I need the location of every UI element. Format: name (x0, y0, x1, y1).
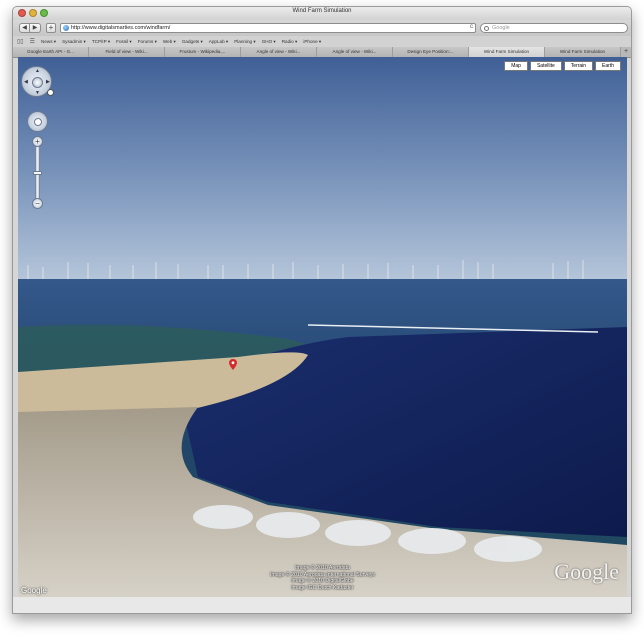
google-logo: Google (554, 559, 619, 584)
forward-button[interactable]: ▶ (30, 23, 41, 33)
bookmark-radio[interactable]: Radio ▾ (282, 39, 298, 45)
bookmark-iphone[interactable]: iPhone ▾ (303, 39, 321, 45)
toolbar: ◀ ▶ + http://www.digitalsmarties.com/win… (13, 20, 631, 36)
window-title: Wind Farm Simulation (292, 8, 352, 14)
sky (18, 57, 627, 287)
earth-viewport[interactable]: Map Satellite Terrain Earth ▲ ▼ ◀ ▶ + − … (18, 57, 627, 599)
bookmark-news[interactable]: News ▾ (41, 39, 56, 45)
zoom-in-button[interactable]: + (32, 136, 43, 147)
add-bookmark-button[interactable]: + (46, 23, 56, 33)
new-tab-button[interactable]: + (621, 47, 631, 57)
title-bar: Wind Farm Simulation (13, 7, 631, 20)
location-pin-icon[interactable] (229, 359, 237, 370)
tab-design-eye-position[interactable]: Design Eye Position:... (393, 47, 469, 57)
bookmark-fossil[interactable]: Fossil ▾ (116, 39, 132, 45)
map-type-earth[interactable]: Earth (595, 61, 621, 71)
look-up-arrow-icon[interactable]: ▲ (35, 69, 40, 74)
look-right-arrow-icon[interactable]: ▶ (46, 80, 50, 85)
bookmark-gho[interactable]: GHO ▾ (262, 39, 276, 45)
bookmark-planning[interactable]: Planning ▾ (234, 39, 255, 45)
zoom-out-button[interactable]: − (32, 198, 43, 209)
bookmark-gadgets[interactable]: Gadgets ▾ (182, 39, 203, 45)
map-type-control: Map Satellite Terrain Earth (504, 61, 621, 71)
look-left-arrow-icon[interactable]: ◀ (24, 80, 28, 85)
browser-window: Wind Farm Simulation ◀ ▶ + http://www.di… (12, 6, 632, 614)
map-type-map[interactable]: Map (504, 61, 528, 71)
nav-buttons: ◀ ▶ (19, 23, 41, 33)
tab-wind-farm-active[interactable]: Wind Farm Simulation (469, 47, 545, 57)
tab-field-of-view[interactable]: Field of view - Wiki... (89, 47, 165, 57)
url-text: http://www.digitalsmarties.com/windfarm/ (71, 25, 171, 31)
tab-angle-of-view-2[interactable]: Angle of view - Wiki... (317, 47, 393, 57)
zoom-slider-thumb[interactable] (33, 171, 42, 175)
tab-google-earth-api[interactable]: Google Earth API - G... (13, 47, 89, 57)
bookmark-web[interactable]: Web ▾ (163, 39, 176, 45)
status-bar (13, 597, 631, 613)
look-down-arrow-icon[interactable]: ▼ (35, 91, 40, 96)
globe-icon (63, 25, 69, 31)
tab-angle-of-view-1[interactable]: Angle of view - Wiki... (241, 47, 317, 57)
attribution-line: Image IGC Dutch Kadaster (291, 584, 354, 591)
bookmarks-menu-icon[interactable]: ☰ (30, 38, 35, 45)
eye-icon[interactable] (32, 77, 43, 88)
search-placeholder: Google (492, 25, 510, 31)
bookmark-forums[interactable]: Forums ▾ (138, 39, 157, 45)
google-logo-small[interactable]: Google (21, 586, 47, 595)
bookmark-sysadmin[interactable]: Sysadmin ▾ (62, 39, 86, 45)
back-button[interactable]: ◀ (19, 23, 30, 33)
bookmarks-bar: ▯▯ ☰ News ▾ Sysadmin ▾ TCP/IP ▾ Fossil ▾… (13, 36, 631, 47)
reload-icon[interactable]: c (470, 24, 473, 30)
hand-icon[interactable] (34, 118, 42, 126)
earth-scene[interactable] (18, 57, 627, 599)
bookmark-tcpip[interactable]: TCP/IP ▾ (92, 39, 110, 45)
imagery-attribution: Image © 2010 Aerodata Image © 2010 Aerod… (18, 565, 627, 591)
tab-wind-farm-2[interactable]: Wind Farm Simulation (545, 47, 621, 57)
search-input[interactable]: Google (480, 23, 628, 33)
reset-north-button[interactable] (47, 89, 54, 96)
map-type-satellite[interactable]: Satellite (529, 61, 562, 71)
search-icon (484, 26, 489, 31)
map-type-terrain[interactable]: Terrain (563, 61, 594, 71)
address-bar[interactable]: http://www.digitalsmarties.com/windfarm/… (60, 23, 476, 33)
tab-frustum[interactable]: Frustum - Wikipedia,... (165, 47, 241, 57)
bookmark-applab[interactable]: AppLab ▾ (209, 39, 228, 45)
reading-list-icon[interactable]: ▯▯ (17, 38, 24, 45)
move-ring[interactable] (27, 111, 48, 132)
